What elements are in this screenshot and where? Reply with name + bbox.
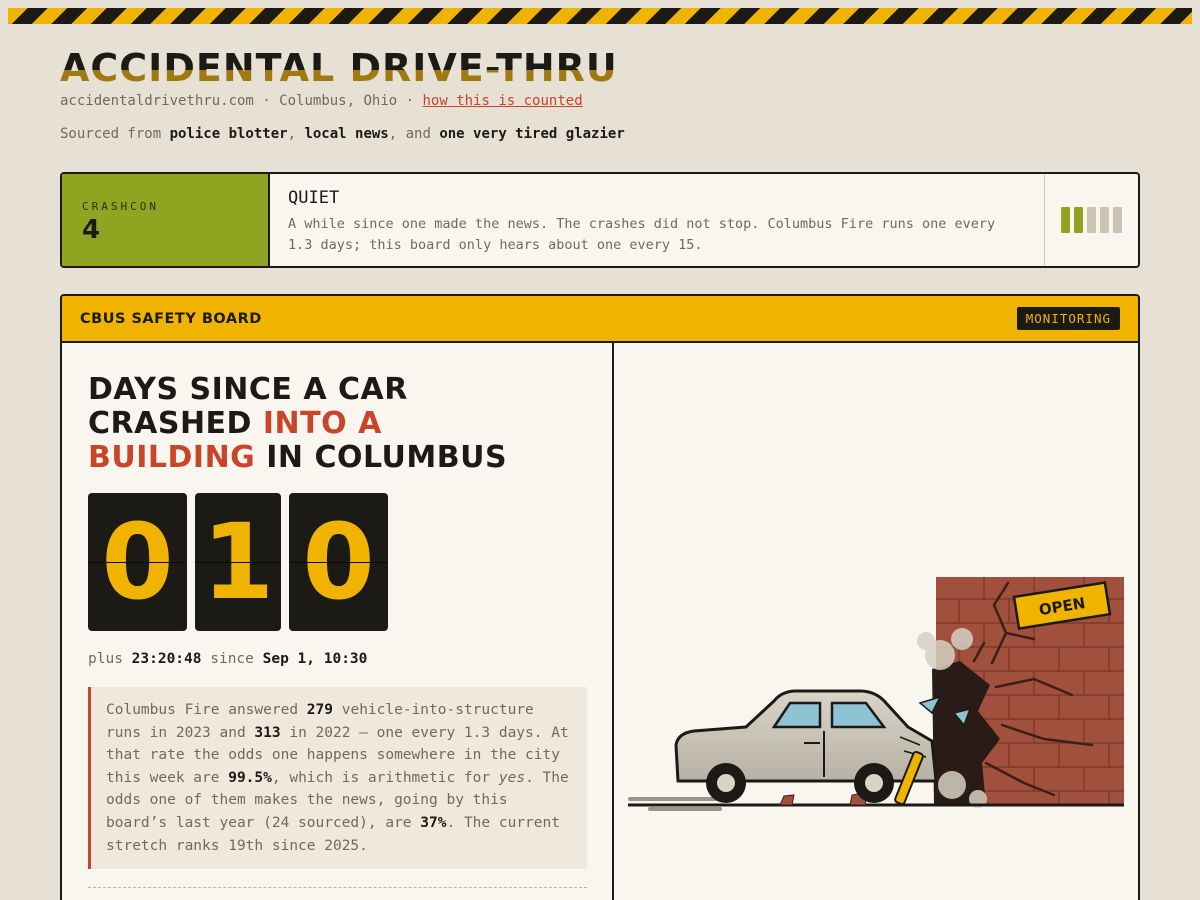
crashcon-label: CRASHCON [82,200,159,213]
counter-digit: 0 [289,493,388,631]
crashcon-meter-bar [1074,207,1083,233]
divider [88,887,587,889]
crash-illustration: OPEN [614,343,1138,900]
site-city: Columbus, Ohio [279,93,398,109]
board-title: CBUS SAFETY BOARD [80,310,262,327]
site-domain: accidentaldrivethru.com [60,93,254,109]
sources-line: Sourced from police blotter, local news,… [60,126,625,142]
car-crash-illustration: OPEN [628,577,1124,811]
crashcon-state: QUIET [288,188,340,208]
site-meta: accidentaldrivethru.com · Columbus, Ohio… [60,93,583,109]
hazard-stripe [8,8,1192,24]
car [674,689,938,806]
crashcon-level-box: CRASHCON 4 [62,174,270,266]
source-local-news: local news [304,126,389,142]
site-title: ACCIDENTAL DRIVE-THRU [60,46,618,90]
source-police-blotter: police blotter [169,126,288,142]
last-crash-date: Sep 1, 10:30 [262,651,368,667]
crashcon-meter-bar [1100,207,1109,233]
crashcon-panel: CRASHCON 4 QUIET A while since one made … [60,172,1140,268]
methodology-link[interactable]: how this is counted [422,93,582,109]
status-badge: MONITORING [1016,307,1120,330]
crashcon-meter [1044,174,1138,266]
crashcon-info: QUIET A while since one made the news. T… [270,174,1044,266]
day-counter: 0 1 0 [88,493,586,631]
crashcon-meter-bar [1087,207,1096,233]
odds-note: Columbus Fire answered 279 vehicle-into-… [88,687,587,870]
elapsed-time: 23:20:48 [131,651,202,667]
counter-digit: 0 [88,493,187,631]
board-header: CBUS SAFETY BOARD MONITORING [62,296,1138,343]
crashcon-meter-bar [1113,207,1122,233]
safety-board: CBUS SAFETY BOARD MONITORING Days since … [60,294,1140,900]
crashcon-meter-bar [1061,207,1070,233]
counter-digit: 1 [195,493,281,631]
elapsed-line: plus 23:20:48 since Sep 1, 10:30 [88,651,368,667]
crashcon-description: A while since one made the news. The cra… [288,216,996,253]
source-glazier: one very tired glazier [439,126,625,142]
board-body: Days since a car crashed into a building… [62,343,1138,900]
crashcon-level: 4 [82,215,101,245]
counter-column: Days since a car crashed into a building… [62,343,614,900]
counter-headline: Days since a car crashed into a building… [88,372,508,475]
